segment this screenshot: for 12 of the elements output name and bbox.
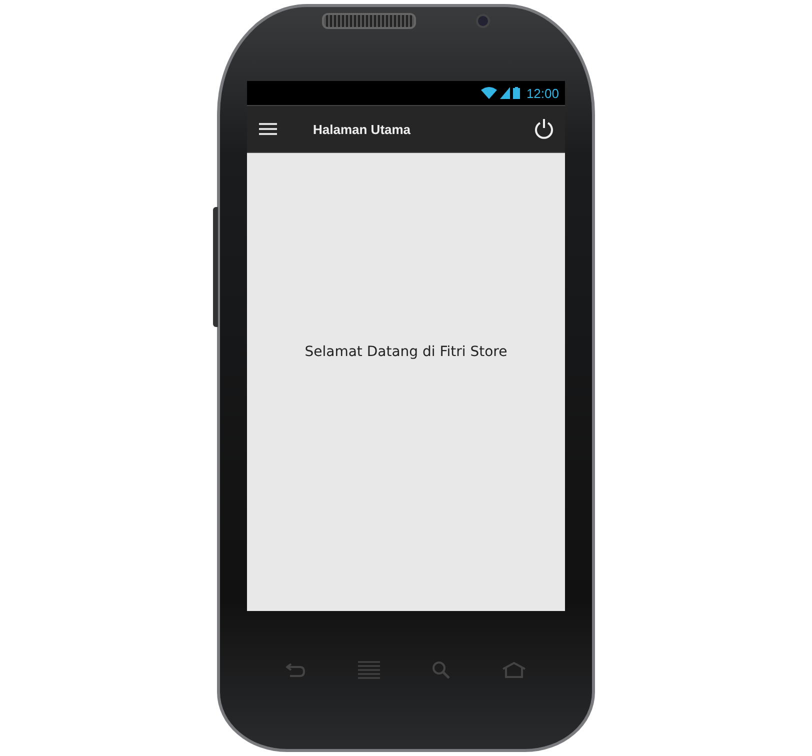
camera-lens (476, 14, 490, 28)
wifi-icon (481, 87, 498, 99)
search-icon[interactable] (432, 661, 450, 679)
back-icon[interactable] (286, 663, 306, 677)
menu-button[interactable] (257, 121, 279, 137)
battery-icon (513, 87, 520, 99)
home-icon[interactable] (502, 662, 526, 678)
app-title: Halaman Utama (313, 122, 412, 136)
status-time: 12:00 (526, 86, 559, 100)
welcome-message: Selamat Datang di Fitri Store (304, 344, 508, 360)
menu-icon[interactable] (358, 661, 380, 679)
signal-icon (500, 87, 510, 99)
